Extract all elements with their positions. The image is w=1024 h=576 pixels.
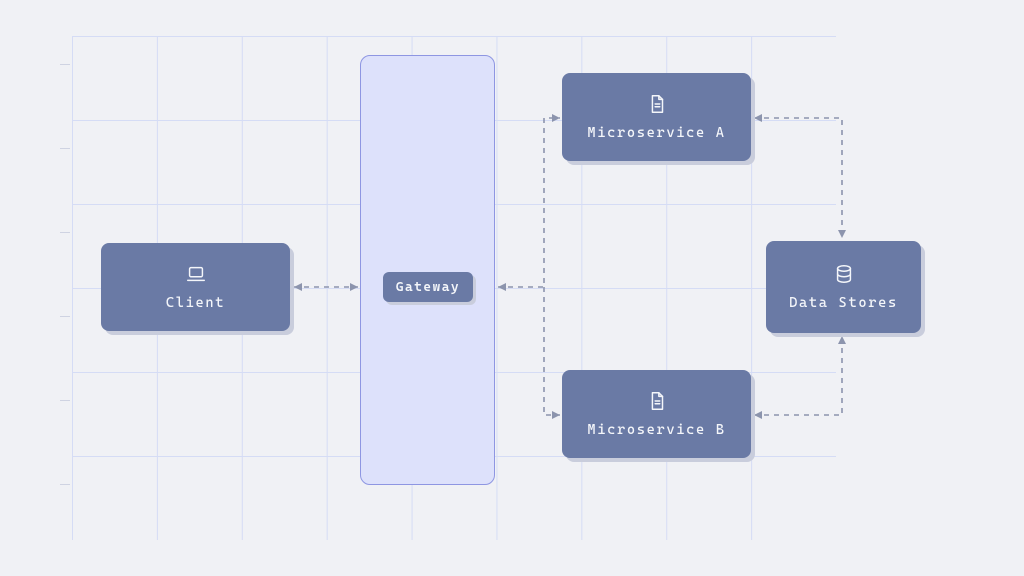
connector-gateway-microservice-a: [498, 114, 560, 291]
connector-client-gateway: [294, 283, 358, 291]
gateway-label: Gateway: [396, 280, 460, 295]
document-icon: [646, 93, 668, 115]
data-stores-node: Data Stores: [766, 241, 921, 333]
document-icon: [646, 390, 668, 412]
data-stores-label: Data Stores: [789, 295, 898, 311]
connector-microservice-a-data-stores: [754, 114, 846, 238]
connector-gateway-microservice-b: [544, 287, 560, 419]
client-label: Client: [166, 295, 225, 311]
connector-microservice-b-data-stores: [754, 336, 846, 419]
microservice-a-node: Microservice A: [562, 73, 751, 161]
microservice-b-label: Microservice B: [587, 422, 725, 438]
client-node: Client: [101, 243, 290, 331]
laptop-icon: [185, 263, 207, 285]
microservice-a-label: Microservice A: [587, 125, 725, 141]
diagram-canvas: Client Gateway Microservice A Microser: [0, 0, 1024, 576]
database-icon: [833, 263, 855, 285]
microservice-b-node: Microservice B: [562, 370, 751, 458]
gateway-node: Gateway: [383, 272, 473, 302]
gateway-container: [360, 55, 495, 485]
